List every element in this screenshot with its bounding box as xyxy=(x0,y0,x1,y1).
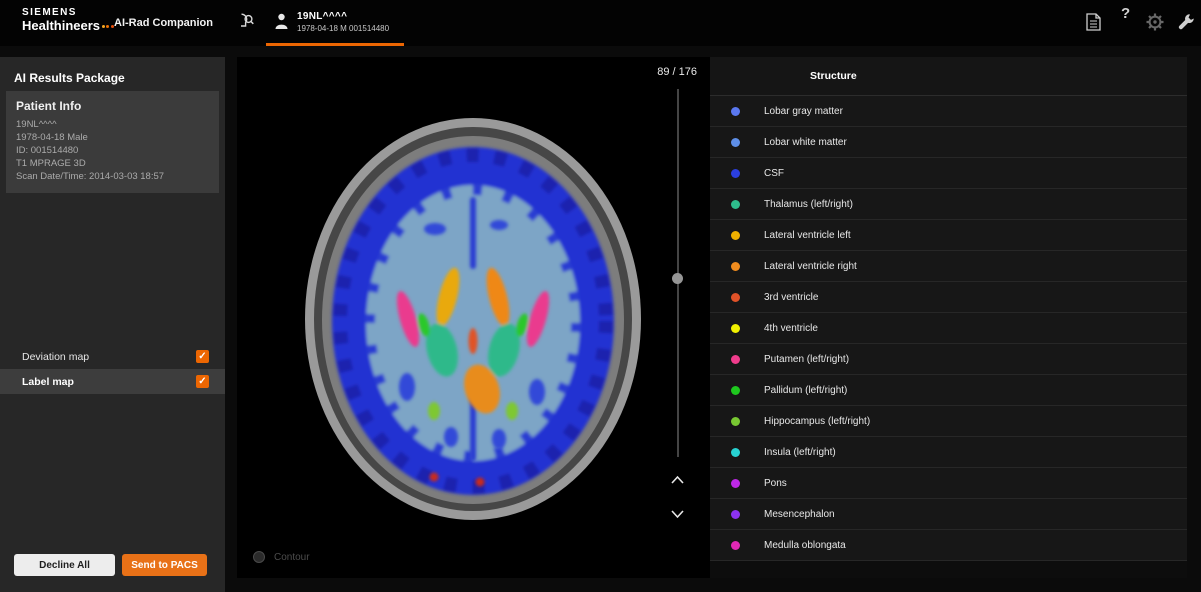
structure-label: Insula (left/right) xyxy=(764,447,836,458)
patient-info-line: ID: 001514480 xyxy=(16,144,209,157)
patient-info-title: Patient Info xyxy=(16,99,209,113)
slice-slider-handle[interactable] xyxy=(672,273,683,284)
patient-search-icon[interactable] xyxy=(234,11,255,32)
structure-color-dot xyxy=(731,448,740,457)
structure-label: Pons xyxy=(764,478,787,489)
structure-color-dot xyxy=(731,200,740,209)
map-label: Label map xyxy=(22,376,196,388)
brand-line2: Healthineers xyxy=(22,18,100,33)
patient-info-box: Patient Info 19NL^^^^ 1978-04-18 Male ID… xyxy=(6,91,219,193)
structure-row-mesencephalon[interactable]: Mesencephalon xyxy=(710,499,1187,530)
patient-info-line: 1978-04-18 Male xyxy=(16,131,209,144)
structure-label: 4th ventricle xyxy=(764,323,818,334)
map-row-deviation-map[interactable]: Deviation map ✓ xyxy=(0,344,225,369)
structure-label: Lobar white matter xyxy=(764,137,847,148)
structure-color-dot xyxy=(731,386,740,395)
contour-label: Contour xyxy=(274,552,310,563)
structure-row-pallidum[interactable]: Pallidum (left/right) xyxy=(710,375,1187,406)
structure-color-dot xyxy=(731,355,740,364)
structure-color-dot xyxy=(731,231,740,240)
chevron-up-icon[interactable] xyxy=(670,475,685,485)
structure-color-dot xyxy=(731,262,740,271)
sidebar-title: AI Results Package xyxy=(0,57,225,85)
structures-panel: Structure Lobar gray matter Lobar white … xyxy=(710,57,1187,578)
checkbox-checked-icon[interactable]: ✓ xyxy=(196,375,209,388)
patient-info-line: Scan Date/Time: 2014-03-03 18:57 xyxy=(16,170,209,183)
top-bar: SIEMENS Healthineers AI-Rad Companion 19… xyxy=(0,0,1201,46)
structure-color-dot xyxy=(731,541,740,550)
contour-toggle-knob[interactable] xyxy=(253,551,265,563)
structure-row-medulla-oblongata[interactable]: Medulla oblongata xyxy=(710,530,1187,561)
structure-label: 3rd ventricle xyxy=(764,292,818,303)
structure-row-3rd-ventricle[interactable]: 3rd ventricle xyxy=(710,282,1187,313)
structure-row-hippocampus[interactable]: Hippocampus (left/right) xyxy=(710,406,1187,437)
send-to-pacs-button[interactable]: Send to PACS xyxy=(122,554,207,576)
contour-toggle[interactable]: Contour xyxy=(253,551,310,563)
structure-label: Lateral ventricle left xyxy=(764,230,851,241)
structure-row-pons[interactable]: Pons xyxy=(710,468,1187,499)
structure-row-lobar-white-matter[interactable]: Lobar white matter xyxy=(710,127,1187,158)
map-row-label-map[interactable]: Label map ✓ xyxy=(0,369,225,394)
report-icon[interactable] xyxy=(1086,13,1101,31)
structure-color-dot xyxy=(731,293,740,302)
patient-info-line: T1 MPRAGE 3D xyxy=(16,157,209,170)
structure-row-thalamus[interactable]: Thalamus (left/right) xyxy=(710,189,1187,220)
structure-color-dot xyxy=(731,138,740,147)
structure-color-dot xyxy=(731,324,740,333)
structure-color-dot xyxy=(731,417,740,426)
brain-mri-image[interactable] xyxy=(237,57,710,575)
structure-label: CSF xyxy=(764,168,784,179)
results-sidebar: AI Results Package Patient Info 19NL^^^^… xyxy=(0,57,225,592)
slice-counter: 89 / 176 xyxy=(657,66,697,78)
map-label: Deviation map xyxy=(22,351,196,363)
structure-row-lateral-ventricle-right[interactable]: Lateral ventricle right xyxy=(710,251,1187,282)
healthineers-dots-icon xyxy=(100,18,114,33)
structure-label: Thalamus (left/right) xyxy=(764,199,853,210)
structure-color-dot xyxy=(731,479,740,488)
patient-icon xyxy=(275,13,288,30)
siemens-healthineers-logo: SIEMENS Healthineers xyxy=(22,7,114,33)
structure-label: Hippocampus (left/right) xyxy=(764,416,870,427)
structure-row-csf[interactable]: CSF xyxy=(710,158,1187,189)
structure-row-insula[interactable]: Insula (left/right) xyxy=(710,437,1187,468)
structure-label: Pallidum (left/right) xyxy=(764,385,847,396)
structure-color-dot xyxy=(731,510,740,519)
structure-color-dot xyxy=(731,169,740,178)
gear-icon[interactable] xyxy=(1146,13,1164,31)
checkbox-checked-icon[interactable]: ✓ xyxy=(196,350,209,363)
app-name: AI-Rad Companion xyxy=(114,17,213,29)
structure-row-4th-ventricle[interactable]: 4th ventricle xyxy=(710,313,1187,344)
structures-header-row: Structure xyxy=(710,57,1187,96)
structure-label: Medulla oblongata xyxy=(764,540,846,551)
structure-color-dot xyxy=(731,107,740,116)
patient-tab[interactable]: 19NL^^^^ 1978-04-18 M 001514480 xyxy=(266,0,404,46)
structure-row-putamen[interactable]: Putamen (left/right) xyxy=(710,344,1187,375)
image-viewer[interactable]: 89 / 176 Contour xyxy=(237,57,710,578)
decline-all-button[interactable]: Decline All xyxy=(14,554,115,576)
structure-row-lateral-ventricle-left[interactable]: Lateral ventricle left xyxy=(710,220,1187,251)
structures-header: Structure xyxy=(810,70,857,82)
chevron-down-icon[interactable] xyxy=(670,509,685,519)
structure-label: Lobar gray matter xyxy=(764,106,843,117)
structure-row-lobar-gray-matter[interactable]: Lobar gray matter xyxy=(710,96,1187,127)
structure-label: Putamen (left/right) xyxy=(764,354,849,365)
wrench-icon[interactable] xyxy=(1178,13,1195,30)
patient-info-line: 19NL^^^^ xyxy=(16,118,209,131)
structure-label: Lateral ventricle right xyxy=(764,261,857,272)
patient-tab-name: 19NL^^^^ xyxy=(297,11,389,22)
structure-label: Mesencephalon xyxy=(764,509,835,520)
patient-tab-details: 1978-04-18 M 001514480 xyxy=(297,24,389,33)
map-list: Deviation map ✓ Label map ✓ xyxy=(0,344,225,394)
